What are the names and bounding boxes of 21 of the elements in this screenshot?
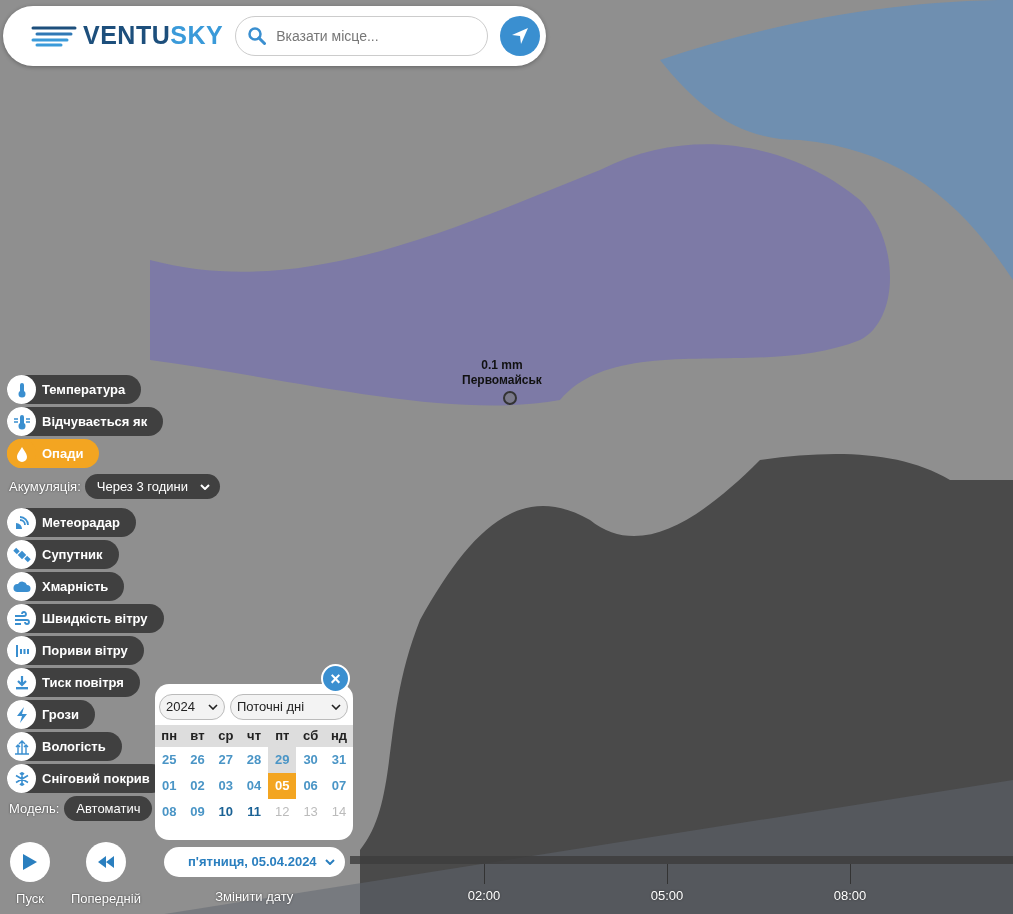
change-date-label: Змінити дату <box>215 888 294 906</box>
weekday-header: вт <box>189 727 206 745</box>
weekday-header: нд <box>329 727 348 745</box>
precipitation-value: 0.1 mm <box>481 358 523 373</box>
accumulation-label: Акумуляція: <box>9 477 81 496</box>
time-label: 05:00 <box>650 887 684 905</box>
previous-label: Попередній <box>71 890 141 908</box>
weekday-header: пн <box>160 727 178 745</box>
weekday-header: пт <box>274 727 291 745</box>
time-label: 02:00 <box>467 887 501 905</box>
calendar-day: 14 <box>324 799 354 825</box>
time-label: 08:00 <box>833 887 867 905</box>
play-label: Пуск <box>16 890 44 908</box>
weekday-header: чт <box>246 727 262 745</box>
logo-text: VENTUSKY <box>83 20 224 52</box>
calendar-day: 13 <box>296 799 325 825</box>
weekday-header: ср <box>217 727 235 745</box>
weekday-header: сб <box>302 727 320 745</box>
model-label: Модель: <box>9 799 60 818</box>
calendar-day: 12 <box>268 799 297 825</box>
location-name: Первомайськ <box>462 373 542 388</box>
